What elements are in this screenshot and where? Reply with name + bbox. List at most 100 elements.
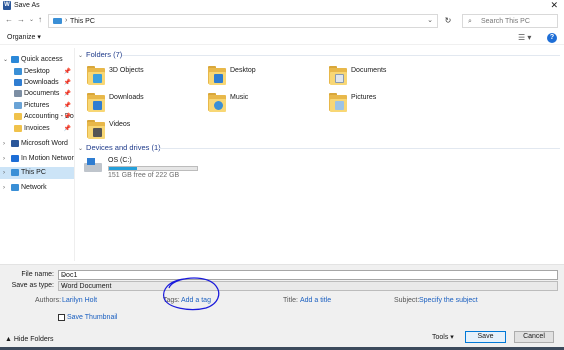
cancel-button[interactable]: Cancel	[514, 331, 554, 343]
view-options-icon[interactable]: ☰ ▾	[518, 33, 532, 43]
folder-icon	[14, 125, 22, 132]
chevron-down-icon[interactable]: ⌄	[78, 53, 83, 59]
save-type-label: Save as type:	[11, 282, 54, 289]
help-icon[interactable]: ?	[547, 33, 557, 43]
drive-usage-fill	[109, 167, 138, 170]
sidebar-item-label: Network	[21, 184, 47, 191]
pc-icon	[11, 169, 19, 176]
download-icon	[14, 79, 22, 86]
folder-label: Downloads	[109, 94, 144, 101]
chevron-right-icon[interactable]: ›	[3, 153, 5, 165]
chevron-down-icon[interactable]: ⌄	[427, 16, 433, 26]
authors-field[interactable]: Larilyn Holt	[62, 296, 97, 305]
back-arrow-icon[interactable]: ←	[5, 15, 13, 25]
forward-arrow-icon[interactable]: →	[17, 15, 25, 25]
group-divider	[122, 55, 560, 56]
pictures-icon	[14, 102, 22, 109]
save-button[interactable]: Save	[465, 331, 506, 343]
up-arrow-icon[interactable]: ↑	[38, 15, 42, 25]
pin-icon: 📌	[63, 126, 71, 132]
close-icon[interactable]: ✕	[550, 0, 558, 11]
sidebar-item-in-motion-networks[interactable]: › In Motion Networks (	[0, 153, 74, 165]
word-app-icon: W	[3, 1, 11, 10]
checkbox-icon[interactable]	[58, 314, 65, 321]
folders-group-header[interactable]: ⌄ Folders (7)	[78, 49, 122, 61]
pin-icon: 📌	[63, 114, 71, 120]
folder-label: Videos	[109, 121, 131, 128]
folder-icon	[87, 65, 105, 85]
subject-label: Subject:	[394, 297, 420, 304]
sidebar-item-label: Documents	[24, 90, 60, 97]
address-bar[interactable]: › This PC ⌄	[48, 14, 438, 28]
sidebar-item-accounting[interactable]: Accounting - Do 📌	[0, 111, 74, 123]
drive-usage-bar	[108, 166, 198, 171]
subject-field[interactable]: Specify the subject	[419, 296, 478, 305]
chevron-down-icon[interactable]: ⌄	[61, 282, 555, 291]
search-input[interactable]: ⌕ Search This PC	[462, 14, 558, 28]
chevron-down-icon[interactable]: ⌄	[78, 146, 83, 152]
command-bar: Organize ▾ ☰ ▾ ?	[0, 31, 564, 45]
folder-label: Pictures	[351, 94, 377, 101]
network-icon	[11, 184, 19, 191]
drive-name: OS (C:)	[108, 157, 132, 164]
sidebar-item-microsoft-word[interactable]: › Microsoft Word	[0, 138, 74, 150]
folder-icon	[87, 119, 105, 139]
breadcrumb-this-pc[interactable]: This PC	[70, 17, 95, 26]
tags-label: Tags:	[163, 297, 180, 304]
chevron-right-icon[interactable]: ›	[3, 182, 5, 194]
chevron-down-icon[interactable]: ⌄	[61, 271, 555, 280]
sidebar-item-label: Invoices	[24, 125, 50, 132]
folder-label: 3D Objects	[109, 67, 144, 74]
sidebar-item-invoices[interactable]: Invoices 📌	[0, 123, 74, 135]
chevron-right-icon[interactable]: ›	[3, 138, 5, 150]
file-list-pane: ⌄ Folders (7) 3D Objects Desktop Document…	[78, 48, 564, 261]
search-placeholder: Search This PC	[481, 18, 530, 25]
devices-group-title: Devices and drives (1)	[86, 143, 161, 152]
sidebar-item-quick-access[interactable]: ⌄ Quick access	[0, 54, 74, 66]
refresh-icon[interactable]: ↻	[442, 14, 454, 28]
sidebar-item-label: Microsoft Word	[21, 140, 68, 147]
sidebar-item-network[interactable]: › Network	[0, 182, 74, 194]
folders-group-title: Folders (7)	[86, 50, 123, 59]
sidebar-item-this-pc[interactable]: › This PC	[0, 167, 74, 179]
cloud-icon	[11, 155, 19, 162]
folder-documents[interactable]: Documents	[329, 65, 439, 91]
recent-locations-icon[interactable]: ⌄	[29, 15, 34, 25]
folder-music[interactable]: Music	[208, 92, 318, 118]
sidebar-item-documents[interactable]: Documents 📌	[0, 88, 74, 100]
file-name-label: File name:	[21, 271, 54, 278]
hard-drive-icon	[84, 158, 102, 174]
chevron-right-icon[interactable]: ›	[3, 167, 5, 179]
window-title: Save As	[14, 2, 40, 9]
navigation-bar: ← → ⌄ ↑ › This PC ⌄ ↻ ⌕ Search This PC	[0, 12, 564, 30]
folder-icon	[87, 92, 105, 112]
documents-icon	[14, 90, 22, 97]
title-field[interactable]: Add a title	[300, 296, 331, 305]
tags-field[interactable]: Add a tag	[181, 296, 211, 305]
hide-folders-button[interactable]: ▲ Hide Folders	[5, 335, 54, 344]
folder-label: Documents	[351, 67, 387, 74]
file-name-field[interactable]: Doc1 ⌄	[58, 270, 558, 280]
folder-downloads[interactable]: Downloads	[87, 92, 197, 118]
word-icon	[11, 140, 19, 147]
pc-icon	[53, 18, 62, 24]
drive-os-c[interactable]: OS (C:) 151 GB free of 222 GB	[84, 156, 224, 179]
tools-menu-button[interactable]: Tools ▾	[432, 333, 454, 342]
sidebar-item-label: This PC	[21, 169, 46, 176]
save-options-panel: File name: Doc1 ⌄ Save as type: Word Doc…	[0, 264, 564, 350]
desktop-icon	[14, 68, 22, 75]
folder-desktop[interactable]: Desktop	[208, 65, 318, 91]
title-bar: W Save As ✕	[0, 0, 564, 12]
search-icon: ⌕	[468, 18, 472, 25]
devices-group-header[interactable]: ⌄ Devices and drives (1)	[78, 142, 161, 154]
navigation-pane: ⌄ Quick access Desktop 📌 Downloads 📌 Doc…	[0, 48, 75, 261]
organize-button[interactable]: Organize ▾	[7, 33, 41, 43]
chevron-down-icon[interactable]: ⌄	[3, 54, 8, 66]
pin-icon: 📌	[63, 91, 71, 97]
sidebar-item-label: In Motion Networks (	[21, 155, 74, 162]
folder-icon	[329, 92, 347, 112]
sidebar-item-label: Quick access	[21, 56, 63, 63]
folder-3d-objects[interactable]: 3D Objects	[87, 65, 197, 91]
save-type-select[interactable]: Word Document ⌄	[58, 281, 558, 291]
folder-pictures[interactable]: Pictures	[329, 92, 439, 118]
